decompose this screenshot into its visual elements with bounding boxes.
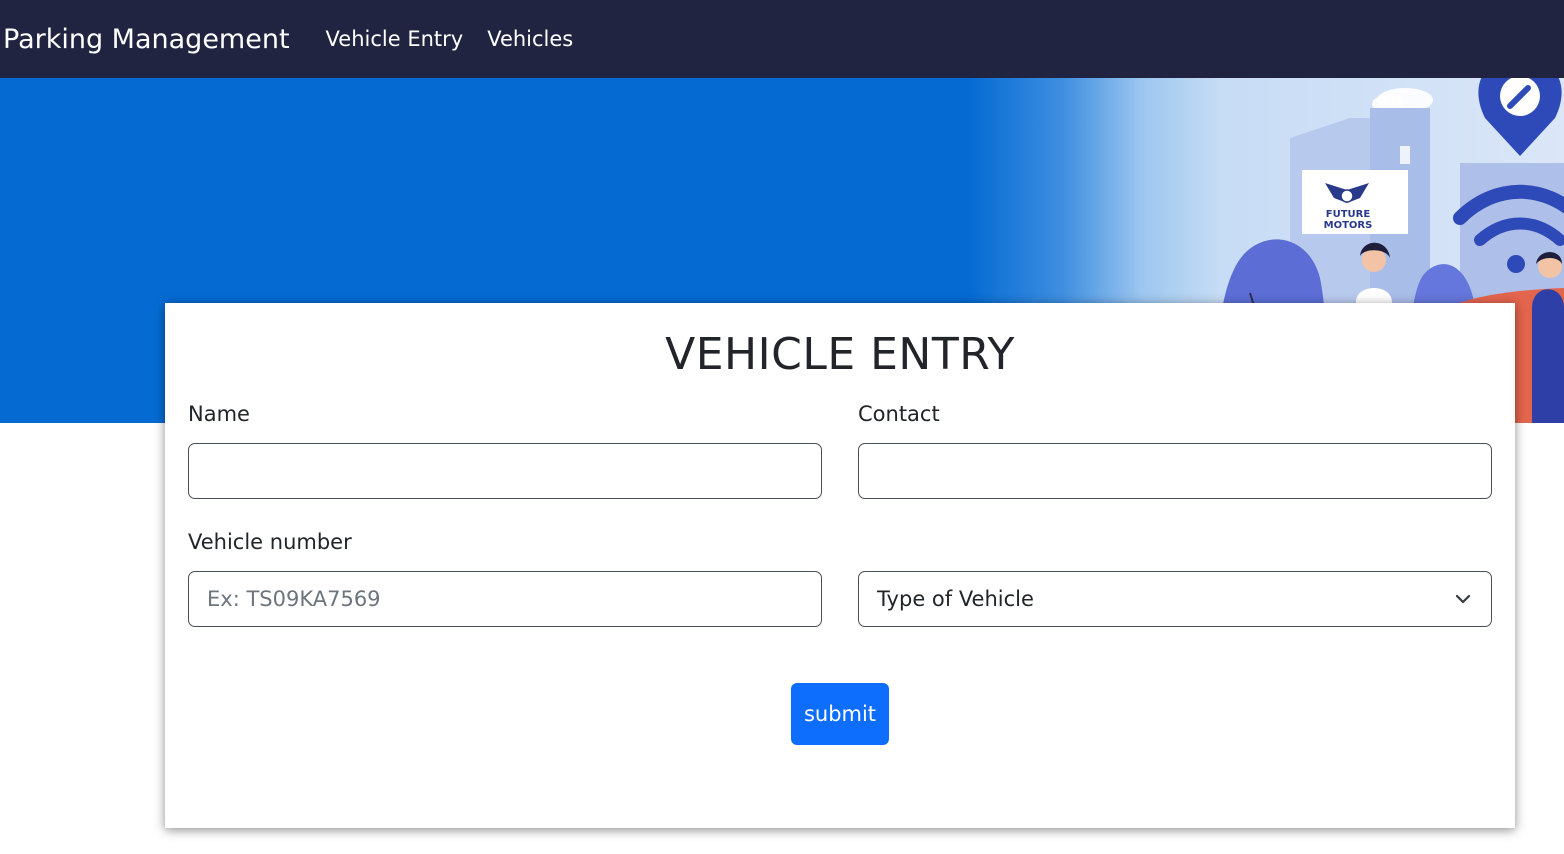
name-label: Name [188, 402, 250, 426]
vehicle-entry-card: VEHICLE ENTRY Name Contact Vehicle numbe… [165, 303, 1515, 828]
nav-link-vehicles[interactable]: Vehicles [487, 27, 573, 51]
top-navbar: Parking Management Vehicle Entry Vehicle… [0, 0, 1564, 78]
svg-text:MOTORS: MOTORS [1324, 220, 1373, 231]
form-title: VEHICLE ENTRY [665, 329, 1015, 380]
contact-label: Contact [858, 402, 940, 426]
brand-title[interactable]: Parking Management [3, 24, 290, 55]
vehicle-type-select[interactable]: Type of Vehicle [858, 571, 1492, 627]
contact-input[interactable] [858, 443, 1492, 499]
nav-link-vehicle-entry[interactable]: Vehicle Entry [326, 27, 464, 51]
vehicle-number-label: Vehicle number [188, 530, 352, 554]
vehicle-number-input[interactable] [188, 571, 822, 627]
chevron-down-icon [1455, 594, 1471, 604]
submit-button[interactable]: submit [791, 683, 889, 745]
name-input[interactable] [188, 443, 822, 499]
svg-text:FUTURE: FUTURE [1326, 209, 1371, 220]
vehicle-type-selected: Type of Vehicle [877, 587, 1034, 611]
